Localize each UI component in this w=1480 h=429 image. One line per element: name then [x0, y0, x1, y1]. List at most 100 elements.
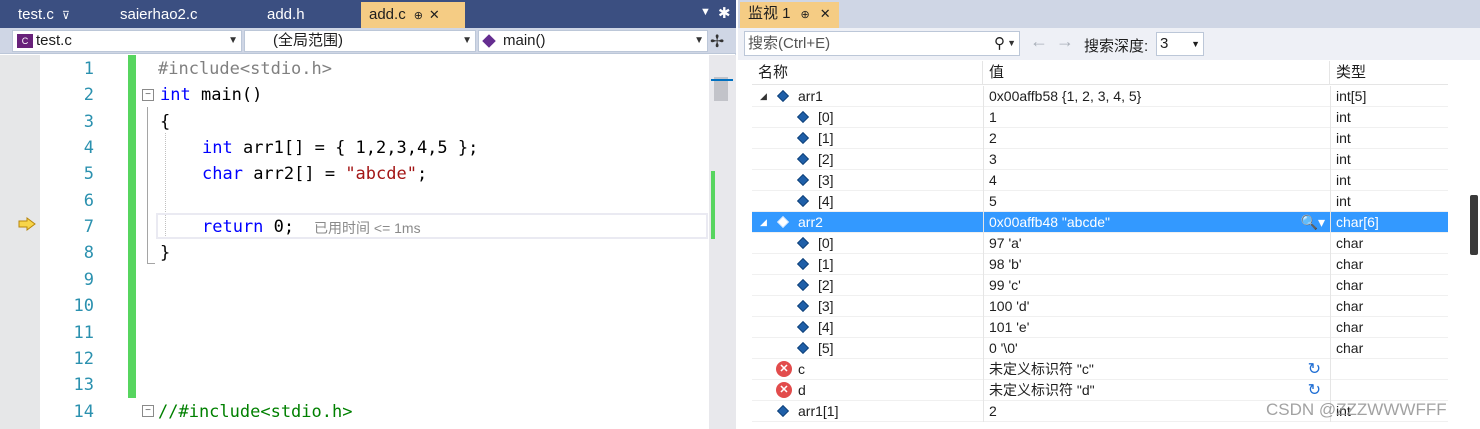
watch-row[interactable]: [2] 99 'c' char — [752, 275, 1448, 296]
chevron-down-icon[interactable]: ▼ — [1007, 32, 1016, 55]
watch-value-cell[interactable]: 97 'a' — [983, 233, 1329, 254]
refresh-icon[interactable]: ↻ — [1308, 359, 1321, 380]
watch-value-cell[interactable]: 1 — [983, 107, 1329, 128]
line-number: 5 — [83, 164, 94, 184]
search-icon[interactable]: ⚲ — [994, 32, 1005, 55]
file-dropdown[interactable]: Ctest.c ▼ — [12, 30, 242, 52]
watch-value-cell[interactable]: 2 — [983, 128, 1329, 149]
grid-scrollbar-thumb[interactable] — [1470, 195, 1478, 255]
code-line-1[interactable]: #include<stdio.h> — [158, 56, 332, 82]
chevron-down-icon: ▼ — [1191, 39, 1200, 49]
watch-row[interactable]: [3] 4 int — [752, 170, 1448, 191]
watch-row[interactable]: [4] 101 'e' char — [752, 317, 1448, 338]
watch-name-cell[interactable]: [1] — [752, 254, 983, 275]
watch-row[interactable]: ✕ c 未定义标识符 "c" ↻ — [752, 359, 1448, 380]
close-icon[interactable]: ✕ — [429, 7, 440, 22]
line-number: 7 — [83, 217, 94, 237]
scope-dropdown[interactable]: (全局范围) ▼ — [244, 30, 476, 52]
watch-value-cell[interactable]: 未定义标识符 "c" ↻ — [983, 359, 1329, 380]
watch-name-cell[interactable]: ✕ c — [752, 359, 983, 380]
watch-value-cell[interactable]: 98 'b' — [983, 254, 1329, 275]
code-line-5[interactable]: char arr2[] = "abcde"; — [202, 161, 427, 187]
watch-value-cell[interactable]: 101 'e' — [983, 317, 1329, 338]
watch-row[interactable]: [1] 98 'b' char — [752, 254, 1448, 275]
watch-name: [0] — [818, 235, 834, 251]
watch-row[interactable]: [1] 2 int — [752, 128, 1448, 149]
watch-row[interactable]: [0] 97 'a' char — [752, 233, 1448, 254]
watch-row[interactable]: [5] 0 '\0' char — [752, 338, 1448, 359]
watch-name-cell[interactable]: [5] — [752, 338, 983, 359]
text-visualizer-icon[interactable]: 🔍▾ — [1301, 212, 1325, 233]
watch-name-cell[interactable]: [0] — [752, 233, 983, 254]
watch-row[interactable]: ◢ arr2 0x00affb48 "abcde" 🔍▾ char[6] — [752, 212, 1448, 233]
tab-add-h[interactable]: add.h — [259, 2, 359, 28]
fold-collapse-toggle[interactable]: − — [142, 89, 154, 101]
watch-name-cell[interactable]: ✕ d — [752, 380, 983, 401]
pin-icon[interactable]: ⊕ — [801, 9, 810, 21]
pin-icon[interactable]: ⊽ — [62, 10, 70, 22]
watch-row[interactable]: [0] 1 int — [752, 107, 1448, 128]
code-line-7[interactable]: return 0; — [202, 214, 294, 240]
column-header-type[interactable]: 类型 — [1330, 61, 1448, 85]
line-number: 1 — [83, 59, 94, 79]
watch-name-cell[interactable]: [0] — [752, 107, 983, 128]
code-line-8[interactable]: } — [160, 240, 170, 266]
tab-add-c[interactable]: add.c ⊕ ✕ — [361, 2, 465, 28]
string-literal: "abcde" — [345, 164, 417, 184]
watch-value-cell[interactable]: 5 — [983, 191, 1329, 212]
back-arrow-icon[interactable]: ← — [1030, 31, 1048, 52]
watch-value-cell[interactable]: 3 — [983, 149, 1329, 170]
watch-value-cell[interactable]: 100 'd' — [983, 296, 1329, 317]
search-depth-select[interactable]: 3 ▼ — [1156, 32, 1204, 56]
watch-name-cell[interactable]: [4] — [752, 191, 983, 212]
watch-type-cell: int — [1330, 128, 1448, 149]
watch-row[interactable]: [2] 3 int — [752, 149, 1448, 170]
watch-value-cell[interactable]: 未定义标识符 "d" ↻ — [983, 380, 1329, 401]
watch-name-cell[interactable]: [3] — [752, 296, 983, 317]
watch-value-cell[interactable]: 0x00affb58 {1, 2, 3, 4, 5} — [983, 86, 1329, 107]
watch-value-cell[interactable]: 0x00affb48 "abcde" 🔍▾ — [983, 212, 1329, 233]
tab-watch-1[interactable]: 监视 1 ⊕ ✕ — [740, 2, 839, 28]
watch-name-cell[interactable]: [4] — [752, 317, 983, 338]
tab-saierhao2-c[interactable]: saierhao2.c — [112, 2, 257, 28]
watch-row[interactable]: [4] 5 int — [752, 191, 1448, 212]
forward-arrow-icon[interactable]: → — [1056, 31, 1074, 52]
breakpoint-margin[interactable] — [0, 55, 14, 429]
watch-name-cell[interactable]: [3] — [752, 170, 983, 191]
watch-name-cell[interactable]: ◢ arr1 — [752, 86, 983, 107]
watch-name-cell[interactable]: ◢ arr2 — [752, 212, 983, 233]
expand-toggle-icon[interactable]: ◢ — [760, 212, 767, 233]
watch-name-cell[interactable]: [1] — [752, 128, 983, 149]
code-line-2[interactable]: int main() — [160, 82, 262, 108]
variable-object-icon — [796, 194, 810, 208]
tab-test-c[interactable]: test.c ⊽ — [10, 2, 110, 28]
refresh-icon[interactable]: ↻ — [1308, 380, 1321, 401]
gear-icon[interactable]: ✱ — [718, 4, 731, 22]
column-header-value[interactable]: 值 — [983, 61, 1330, 85]
watch-value-cell[interactable]: 0 '\0' — [983, 338, 1329, 359]
watch-name-cell[interactable]: arr1[1] — [752, 401, 983, 422]
column-header-name[interactable]: 名称 — [752, 61, 983, 85]
close-icon[interactable]: ✕ — [820, 6, 831, 21]
function-dropdown[interactable]: main() ▼ — [478, 30, 708, 52]
grid-header: 名称 值 类型 — [752, 61, 1448, 85]
watch-value-cell[interactable]: 4 — [983, 170, 1329, 191]
watch-row[interactable]: ✕ d 未定义标识符 "d" ↻ — [752, 380, 1448, 401]
watch-row[interactable]: [3] 100 'd' char — [752, 296, 1448, 317]
watch-name: c — [798, 361, 805, 377]
watch-window: 监视 1 ⊕ ✕ 搜索(Ctrl+E) ⚲ ▼ ← → 搜索深度: 3 ▼ 名称 值… — [738, 0, 1480, 429]
fold-collapse-toggle[interactable]: − — [142, 405, 154, 417]
watch-name-cell[interactable]: [2] — [752, 149, 983, 170]
watch-row[interactable]: ◢ arr1 0x00affb58 {1, 2, 3, 4, 5} int[5] — [752, 86, 1448, 107]
code-line-3[interactable]: { — [160, 109, 170, 135]
code-line-4[interactable]: int arr1[] = { 1,2,3,4,5 }; — [202, 135, 478, 161]
watch-name-cell[interactable]: [2] — [752, 275, 983, 296]
editor-vertical-scrollbar[interactable] — [709, 55, 736, 429]
tab-list-dropdown-icon[interactable]: ▼ — [700, 6, 711, 18]
search-input[interactable]: 搜索(Ctrl+E) ⚲ ▼ — [744, 31, 1020, 56]
expand-toggle-icon[interactable]: ◢ — [760, 86, 767, 107]
code-line-14[interactable]: //#include<stdio.h> — [158, 399, 352, 425]
watch-value-cell[interactable]: 99 'c' — [983, 275, 1329, 296]
split-window-icon[interactable]: ✢ — [710, 32, 724, 52]
pin-icon[interactable]: ⊕ — [414, 10, 423, 22]
